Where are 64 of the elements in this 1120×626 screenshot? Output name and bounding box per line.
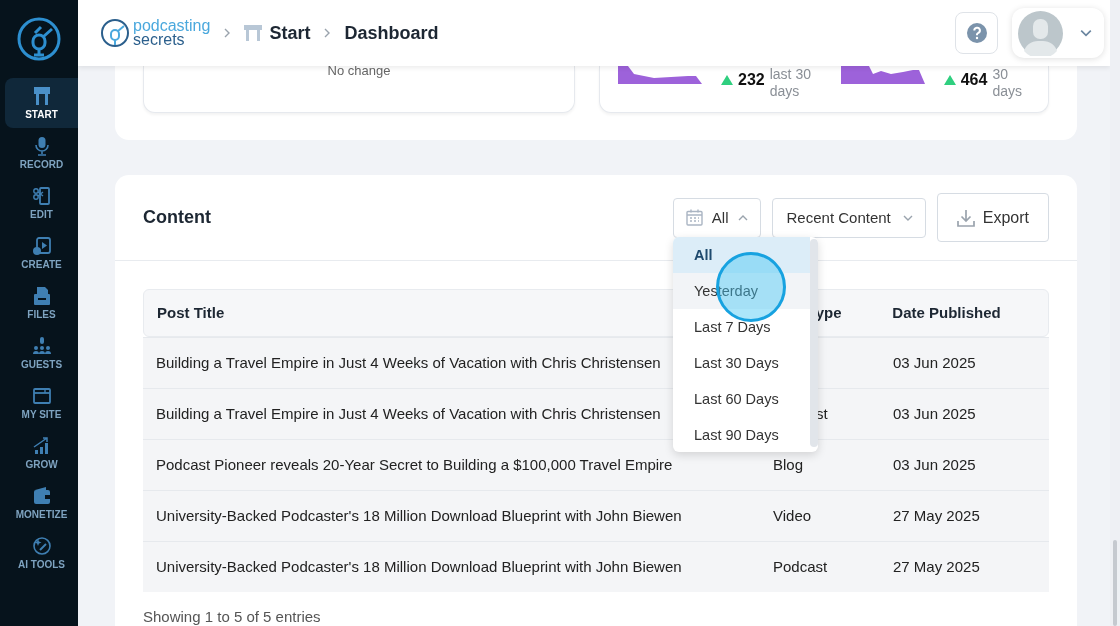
table-cell: University-Backed Podcaster's 18 Million Download Blueprint with John Biewen <box>156 558 682 575</box>
help-button[interactable] <box>955 12 998 54</box>
column-header: Post Title <box>157 304 225 321</box>
table-cell: University-Backed Podcaster's 18 Million Download Blueprint with John Biewen <box>156 507 682 524</box>
export-button[interactable]: Export <box>936 193 1049 242</box>
table-cell: Video <box>773 507 812 524</box>
breadcrumb-link[interactable]: Start <box>244 22 311 44</box>
dropdown-option[interactable]: Last 7 Days <box>673 309 810 345</box>
breadcrumb-current: Dashboard <box>344 22 439 44</box>
section-title: Content <box>143 207 212 228</box>
sidebar-item[interactable]: RECORD <box>5 128 78 178</box>
stat-caption: last 30 days <box>769 66 812 100</box>
sidebar-item[interactable]: START <box>5 78 78 128</box>
logo-icon[interactable] <box>100 18 130 48</box>
sidebar-item[interactable]: CREATE <box>5 228 78 278</box>
date-filter-dropdown[interactable]: All <box>672 197 761 238</box>
sidebar-item[interactable]: FILES <box>5 278 78 328</box>
stat-value: 232 <box>738 71 765 89</box>
sidebar-item[interactable]: MY SITE <box>5 378 78 428</box>
column-header: Date Published <box>892 304 1001 321</box>
profile-menu-button[interactable] <box>1012 8 1104 58</box>
table-cell: Podcast <box>773 558 828 575</box>
sidebar-item[interactable]: GUESTS <box>5 328 78 378</box>
logo-text: secrets <box>133 33 185 47</box>
sign-icon <box>31 86 52 106</box>
sidebar-item[interactable]: MONETIZE <box>5 478 78 528</box>
table-cell: 03 Jun 2025 <box>893 354 976 371</box>
calendar-icon <box>685 209 703 226</box>
sort-dropdown[interactable]: Recent Content <box>771 197 926 238</box>
caret-down-icon <box>1080 27 1092 39</box>
download-icon <box>956 208 975 227</box>
sidebar-item[interactable]: EDIT <box>5 178 78 228</box>
dropdown-option[interactable]: All <box>673 237 810 273</box>
table-cell: Podcast Pioneer reveals 20-Year Secret to Building a $100,000 Travel Empire <box>156 456 673 473</box>
table-cell: Blog <box>773 456 804 473</box>
browser-icon <box>31 386 52 406</box>
scrollbar[interactable] <box>810 239 818 447</box>
dropdown-option[interactable]: Last 30 Days <box>673 345 810 381</box>
scrollbar[interactable] <box>1113 540 1117 626</box>
table-cell: Building a Travel Empire in Just 4 Weeks of Vacation with Chris Christensen <box>156 405 661 422</box>
sign-icon <box>244 25 263 41</box>
wallet-icon <box>31 486 52 506</box>
table-cell: Building a Travel Empire in Just 4 Weeks of Vacation with Chris Christensen <box>156 354 661 371</box>
table-cell: 27 May 2025 <box>893 507 980 524</box>
folder-icon <box>31 286 52 306</box>
dropdown-option[interactable]: Last 60 Days <box>673 381 810 417</box>
people-icon <box>31 336 52 356</box>
help-icon <box>966 23 987 43</box>
stat-caption: 30 days <box>992 66 1023 100</box>
play-document-icon <box>31 236 52 256</box>
sidebar-item[interactable]: AI TOOLS <box>5 528 78 578</box>
stat-note: No change <box>327 63 391 80</box>
entries-summary: Showing 1 to 5 of 5 entries <box>143 608 322 625</box>
avatar <box>1018 10 1063 56</box>
dropdown-option[interactable]: Last 90 Days <box>673 417 810 452</box>
table-cell: 03 Jun 2025 <box>893 405 976 422</box>
logo-icon[interactable] <box>17 17 61 61</box>
document-scissors-icon <box>31 186 52 206</box>
logo-text: podcasting <box>133 19 211 33</box>
sidebar-item[interactable]: GROW <box>5 428 78 478</box>
table-cell: 27 May 2025 <box>893 558 980 575</box>
stat-value: 464 <box>960 71 988 89</box>
table-cell: 03 Jun 2025 <box>893 456 976 473</box>
sparkle-icon <box>31 536 52 556</box>
